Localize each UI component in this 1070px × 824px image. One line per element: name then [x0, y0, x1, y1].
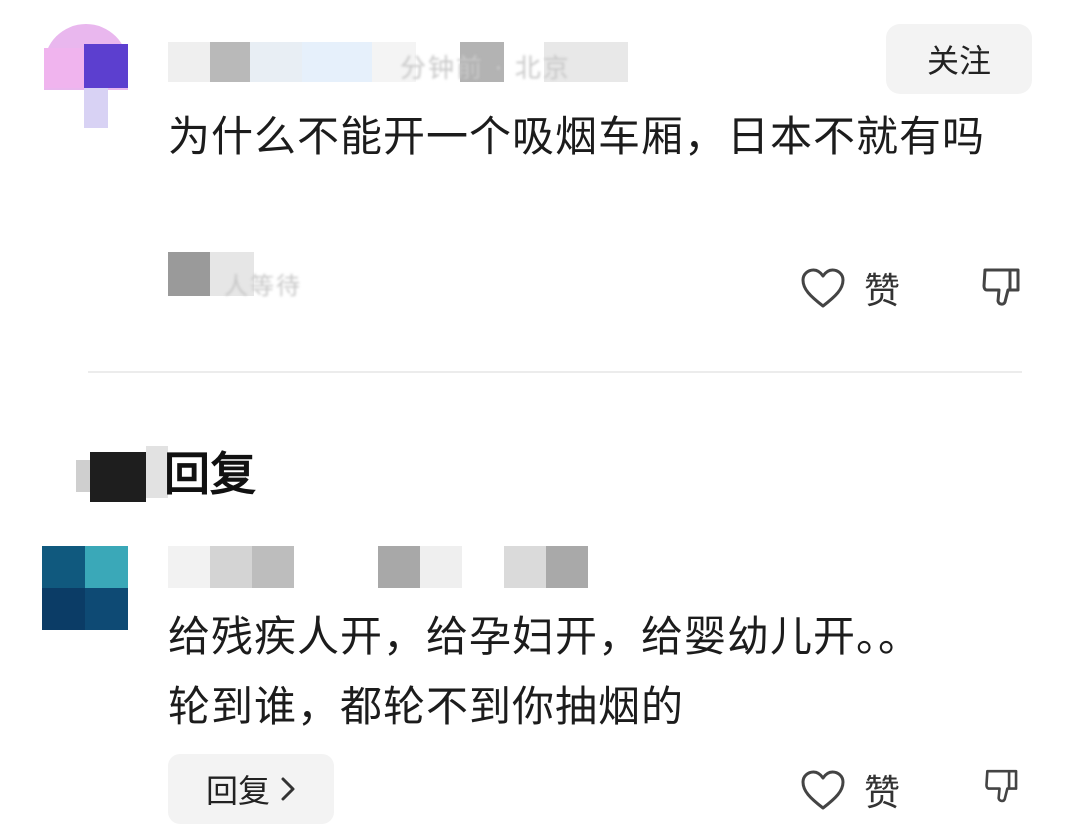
- heart-icon: [801, 268, 845, 308]
- username-blurred[interactable]: [168, 546, 598, 588]
- comment-meta: 分钟前 · 北京: [400, 54, 571, 84]
- reply-count-text: 人等待: [224, 272, 302, 300]
- thumbs-down-icon[interactable]: [980, 766, 1026, 806]
- reply-button[interactable]: 回复: [168, 754, 334, 824]
- section-title: 回复: [164, 447, 256, 501]
- avatar[interactable]: [44, 24, 128, 128]
- chevron-right-icon: [281, 777, 295, 801]
- like-button[interactable]: 赞: [800, 262, 900, 314]
- reply-text-line-1: 给残疾人开，给孕妇开，给婴幼儿开。。: [168, 612, 922, 661]
- thumbs-down-icon[interactable]: [980, 264, 1026, 310]
- avatar[interactable]: [42, 546, 128, 630]
- comment-text: 为什么不能开一个吸烟车厢，日本不就有吗: [168, 112, 986, 161]
- like-label: 赞: [864, 271, 901, 312]
- follow-button[interactable]: 关注: [886, 24, 1032, 94]
- replier-name-blurred: [76, 446, 176, 502]
- heart-icon: [801, 770, 845, 810]
- follow-button-label: 关注: [926, 42, 991, 80]
- like-label: 赞: [864, 773, 901, 814]
- reply-text-line-2: 轮到谁，都轮不到你抽烟的: [168, 682, 685, 731]
- reply-button-label: 回复: [205, 772, 270, 810]
- like-button[interactable]: 赞: [800, 764, 900, 816]
- divider: [88, 371, 1022, 373]
